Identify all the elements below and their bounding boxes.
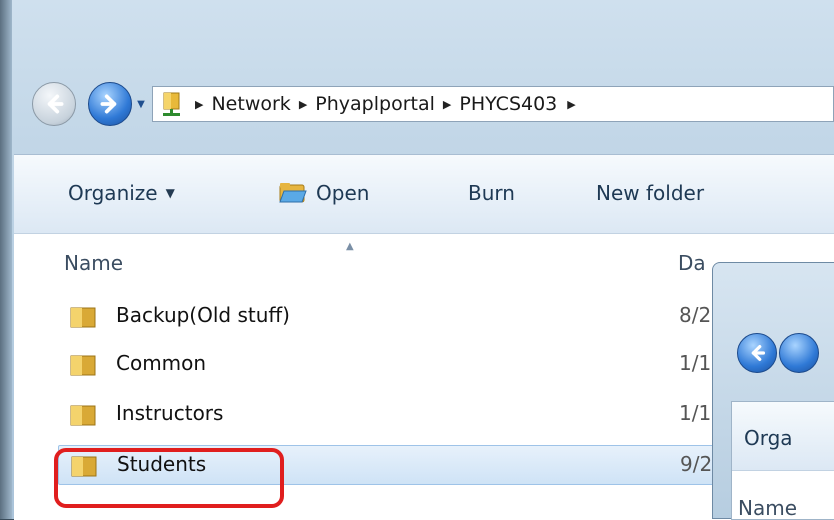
second-explorer-window[interactable]: Orga Name bbox=[712, 262, 834, 520]
list-item[interactable]: Backup(Old stuff) 8/2 bbox=[54, 297, 774, 337]
folder-icon bbox=[70, 403, 98, 427]
back-button[interactable] bbox=[32, 82, 76, 126]
address-bar[interactable]: ▶ Network ▶ Phyaplportal ▶ PHYCS403 ▶ bbox=[152, 86, 834, 122]
file-name: Common bbox=[116, 351, 207, 375]
file-name: Instructors bbox=[116, 401, 224, 425]
file-date: 1/1 bbox=[679, 351, 712, 375]
dropdown-icon: ▼ bbox=[137, 99, 145, 110]
breadcrumb-phyaplportal[interactable]: Phyaplportal bbox=[315, 93, 435, 115]
back-icon bbox=[47, 94, 64, 114]
column-header: ▲ Name Da bbox=[14, 241, 834, 281]
forward-button[interactable] bbox=[88, 82, 132, 126]
navigation-bar: ▼ ▶ Network ▶ Phyaplportal ▶ PHYCS403 ▶ bbox=[28, 82, 834, 126]
breadcrumb-network[interactable]: Network bbox=[211, 93, 290, 115]
back-icon bbox=[751, 344, 766, 362]
breadcrumb-phycs403[interactable]: PHYCS403 bbox=[459, 93, 557, 115]
burn-button[interactable]: Burn bbox=[468, 181, 515, 205]
command-bar: Orga bbox=[732, 402, 834, 471]
open-button[interactable]: Open bbox=[278, 181, 369, 205]
sort-ascending-icon: ▲ bbox=[346, 241, 354, 252]
list-item[interactable]: Instructors 1/1 bbox=[54, 395, 774, 435]
list-item[interactable]: Common 1/1 bbox=[54, 345, 774, 385]
back-button[interactable] bbox=[737, 333, 777, 373]
file-date: 9/2 bbox=[680, 452, 713, 476]
breadcrumb-separator[interactable]: ▶ bbox=[195, 98, 203, 111]
forward-button[interactable] bbox=[779, 333, 819, 373]
organize-button[interactable]: Orga bbox=[744, 426, 793, 450]
burn-label: Burn bbox=[468, 181, 515, 205]
command-bar: Organize ▼ Open Burn New folder bbox=[14, 155, 834, 234]
organize-label: Organize bbox=[68, 181, 158, 205]
highlight-annotation bbox=[54, 448, 284, 508]
file-date: 8/2 bbox=[679, 303, 712, 327]
network-folder-icon bbox=[161, 91, 183, 117]
file-name: Backup(Old stuff) bbox=[116, 303, 290, 327]
forward-icon bbox=[100, 94, 117, 114]
folder-icon bbox=[70, 305, 98, 329]
breadcrumb-separator[interactable]: ▶ bbox=[443, 98, 451, 111]
new-folder-label: New folder bbox=[596, 181, 705, 205]
recent-pages-button[interactable]: ▼ bbox=[134, 98, 148, 112]
organize-button[interactable]: Organize ▼ bbox=[68, 181, 175, 205]
open-folder-icon bbox=[278, 181, 308, 205]
folder-icon bbox=[70, 353, 98, 377]
open-label: Open bbox=[316, 181, 370, 205]
dropdown-icon: ▼ bbox=[165, 186, 175, 200]
breadcrumb-separator[interactable]: ▶ bbox=[567, 98, 575, 111]
file-date: 1/1 bbox=[679, 401, 712, 425]
explorer-pane: Orga Name bbox=[731, 401, 834, 520]
name-column-header[interactable]: Name bbox=[64, 251, 123, 275]
new-folder-button[interactable]: New folder bbox=[596, 181, 704, 205]
date-column-header[interactable]: Da bbox=[678, 251, 706, 275]
name-column-header[interactable]: Name bbox=[738, 496, 797, 520]
breadcrumb-separator[interactable]: ▶ bbox=[299, 98, 307, 111]
